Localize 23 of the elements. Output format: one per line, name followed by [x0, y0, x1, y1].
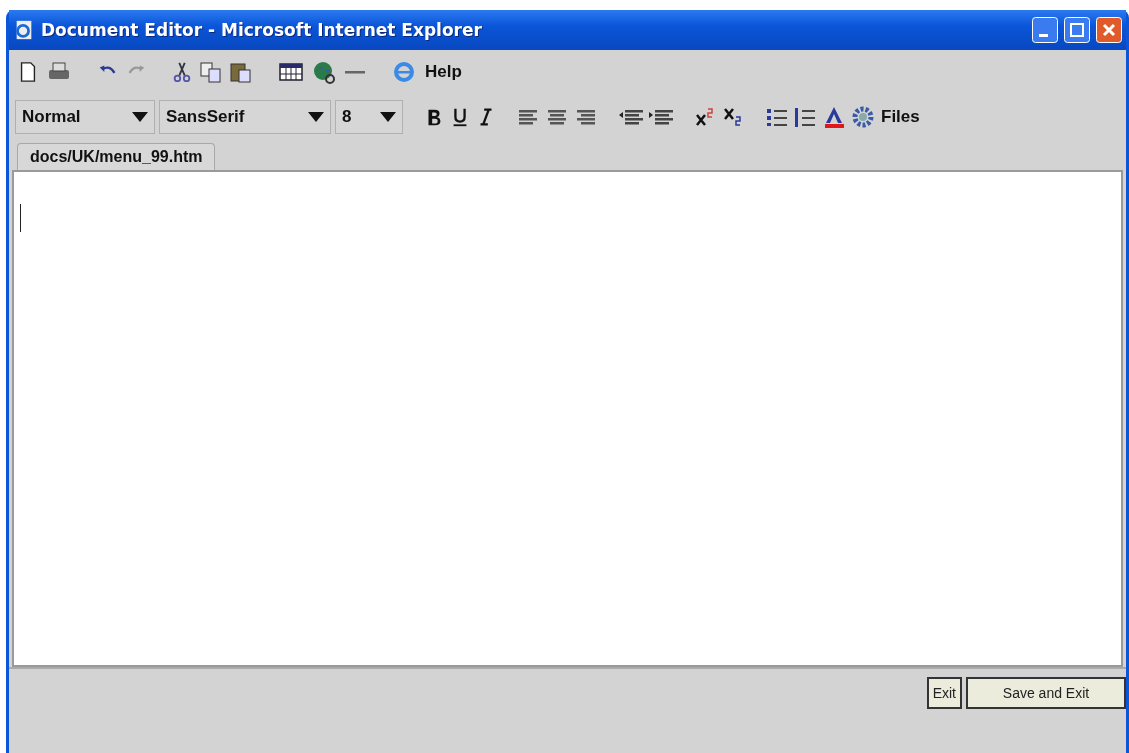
table-icon[interactable] — [277, 60, 305, 84]
file-tab[interactable]: docs/UK/menu_99.htm — [17, 143, 216, 170]
copy-icon[interactable] — [199, 60, 223, 84]
text-cursor — [20, 204, 21, 232]
exit-button[interactable]: Exit — [926, 677, 962, 709]
scissors-icon[interactable] — [171, 60, 193, 84]
dropdown-arrow-icon — [308, 112, 324, 122]
globe-icon[interactable] — [311, 60, 337, 84]
dropdown-arrow-icon — [132, 112, 148, 122]
dropdown-arrow-icon — [380, 112, 396, 122]
font-family-dropdown[interactable]: SansSerif — [159, 100, 331, 134]
window-title: Document Editor - Microsoft Internet Explorer — [41, 20, 483, 40]
close-button[interactable] — [1096, 17, 1122, 43]
gear-icon[interactable] — [851, 105, 875, 129]
help-button[interactable]: Help — [423, 62, 464, 82]
maximize-button[interactable] — [1064, 17, 1090, 43]
paste-icon[interactable] — [229, 60, 253, 84]
minimize-button[interactable] — [1032, 17, 1058, 43]
files-button[interactable]: Files — [879, 107, 922, 127]
save-and-exit-button[interactable]: Save and Exit — [966, 677, 1126, 709]
paragraph-style-dropdown[interactable]: Normal — [15, 100, 155, 134]
font-size-dropdown[interactable]: 8 — [335, 100, 403, 134]
numbered-list-icon[interactable] — [793, 105, 817, 129]
